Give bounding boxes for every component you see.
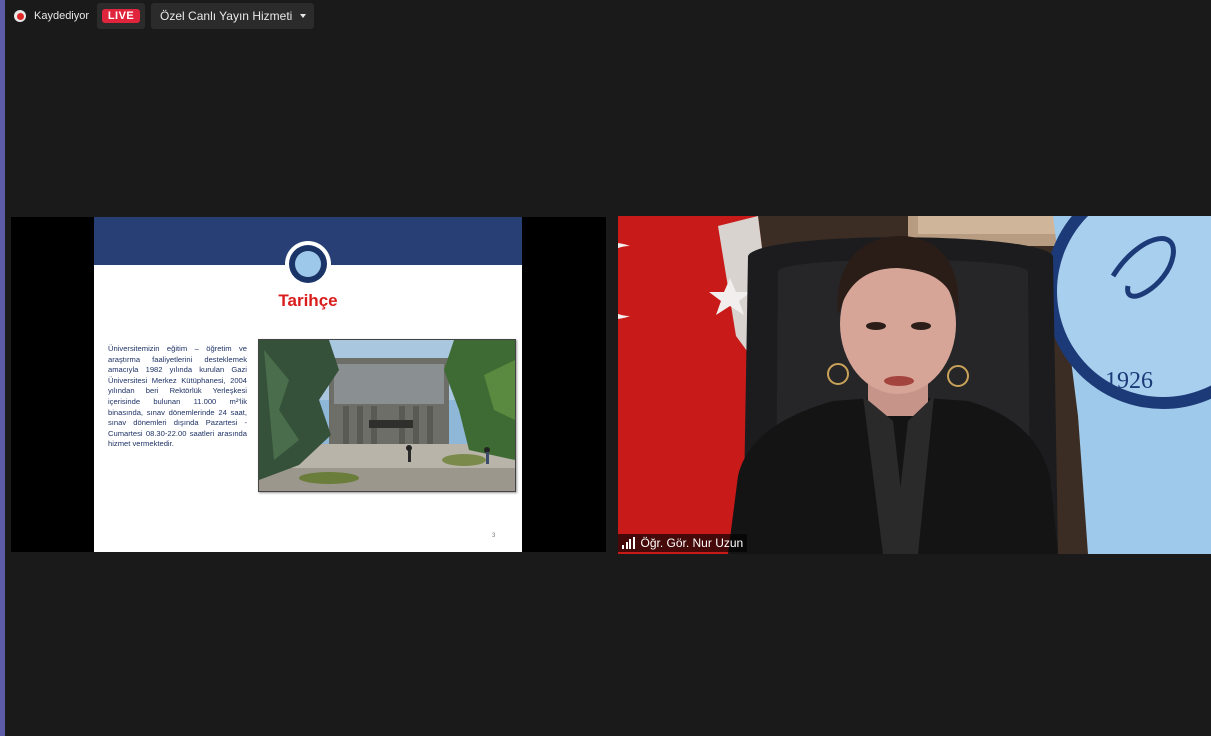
signal-strength-icon bbox=[622, 537, 635, 549]
stream-service-label: Özel Canlı Yayın Hizmeti bbox=[160, 9, 293, 23]
slide-title: Tarihçe bbox=[278, 291, 338, 310]
participant-name-tag: Öğr. Gör. Nur Uzun bbox=[618, 534, 748, 552]
camera-feed-image: 1926 bbox=[618, 216, 1211, 554]
participant-name: Öğr. Gör. Nur Uzun bbox=[640, 536, 744, 550]
recording-icon bbox=[14, 10, 26, 22]
left-window-edge bbox=[0, 0, 5, 736]
top-toolbar: Kaydediyor LIVE Özel Canlı Yayın Hizmeti bbox=[14, 3, 315, 29]
svg-text:1926: 1926 bbox=[1105, 368, 1153, 394]
university-logo bbox=[285, 241, 331, 287]
slide-page-number: 3 bbox=[492, 533, 496, 539]
slide-body-text: Üniversitemizin eğitim – öğretim ve araş… bbox=[108, 344, 247, 449]
screen-share-panel: Tarihçe Üniversitemizin eğitim – öğretim… bbox=[11, 217, 606, 552]
live-button[interactable]: LIVE bbox=[97, 3, 146, 29]
library-building-photo bbox=[258, 339, 516, 492]
participant-video[interactable]: 1926 Öğr. Gör. Nur Uzun bbox=[618, 216, 1211, 554]
stream-service-dropdown[interactable]: Özel Canlı Yayın Hizmeti bbox=[151, 3, 315, 29]
presentation-slide: Tarihçe Üniversitemizin eğitim – öğretim… bbox=[94, 217, 522, 552]
recording-label: Kaydediyor bbox=[34, 10, 90, 22]
live-badge: LIVE bbox=[101, 9, 141, 23]
chevron-down-icon bbox=[300, 14, 307, 18]
